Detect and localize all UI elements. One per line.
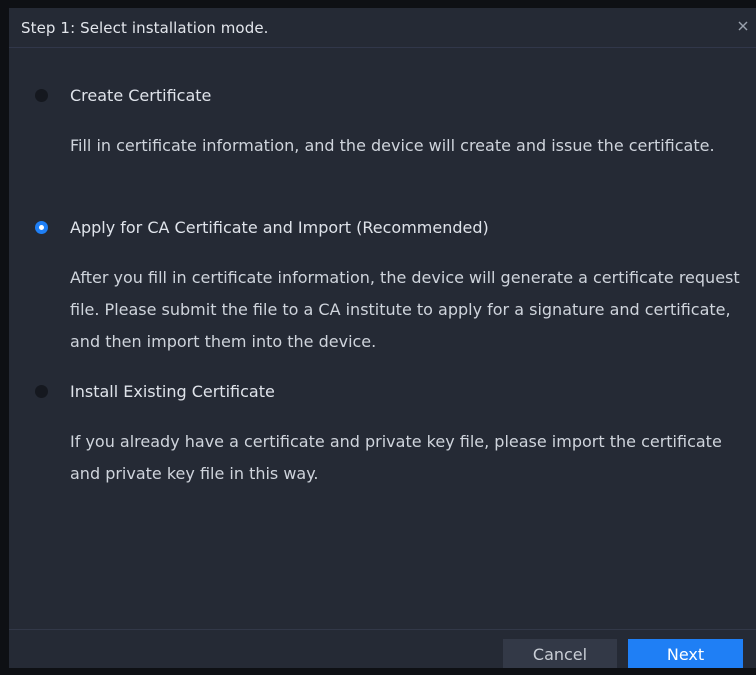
option-create-certificate[interactable]: Create Certificate (35, 83, 211, 107)
dialog-titlebar: Step 1: Select installation mode. (9, 8, 756, 48)
option-description: After you fill in certificate informatio… (70, 268, 740, 351)
option-label: Apply for CA Certificate and Import (Rec… (70, 217, 489, 237)
close-icon[interactable] (736, 19, 750, 33)
dialog-title: Step 1: Select installation mode. (21, 19, 269, 37)
next-button[interactable]: Next (628, 639, 743, 668)
dialog-footer: Cancel Next (9, 629, 756, 668)
option-install-existing-certificate[interactable]: Install Existing Certificate (35, 379, 275, 403)
radio-install-existing-certificate[interactable] (35, 384, 48, 398)
cancel-button[interactable]: Cancel (503, 639, 617, 668)
option-description: Fill in certificate information, and the… (70, 136, 715, 155)
option-label: Install Existing Certificate (70, 381, 275, 401)
radio-apply-ca-certificate[interactable] (35, 220, 48, 234)
option-apply-ca-certificate[interactable]: Apply for CA Certificate and Import (Rec… (35, 215, 489, 239)
option-label: Create Certificate (70, 85, 212, 105)
radio-create-certificate[interactable] (35, 88, 48, 102)
option-description: If you already have a certificate and pr… (70, 432, 722, 483)
installation-mode-dialog: Step 1: Select installation mode. Create… (9, 8, 756, 668)
